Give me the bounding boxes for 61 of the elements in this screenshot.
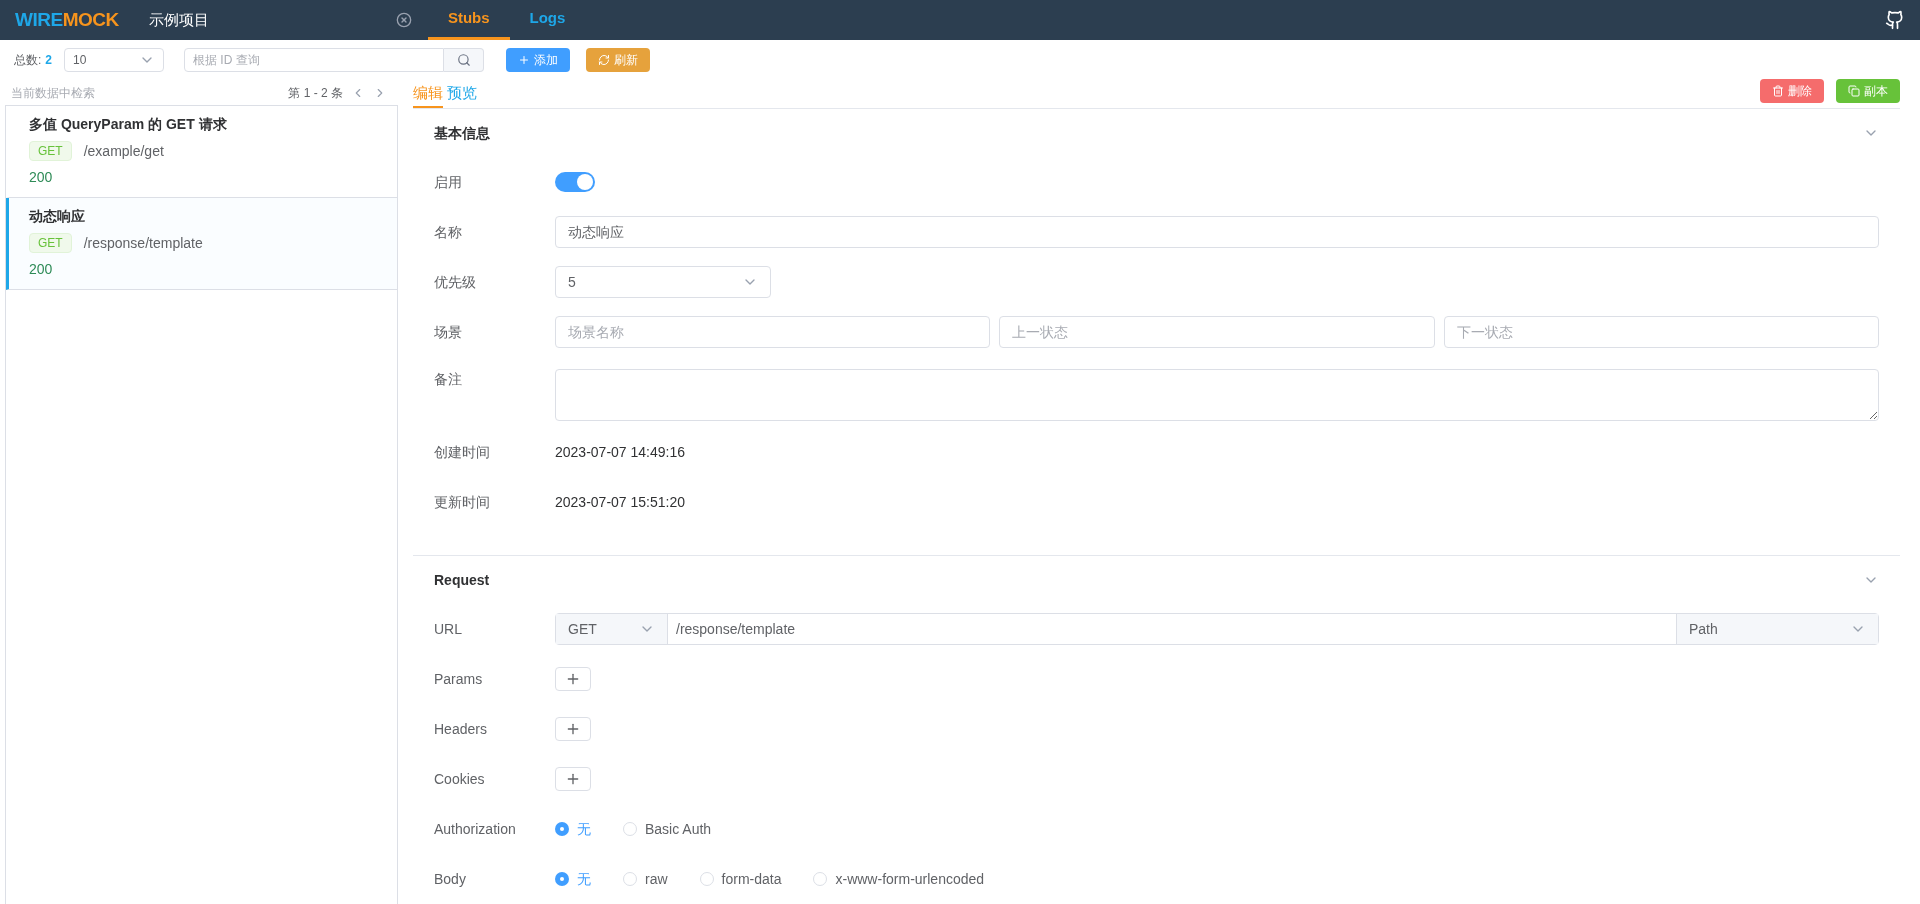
scenario-field[interactable]: 下一状态 <box>1443 316 1879 348</box>
refresh-icon <box>598 54 611 66</box>
field-label: 优先级 <box>434 273 477 292</box>
timestamp: 2023-07-07 14:49:16 <box>555 443 685 462</box>
close-icon[interactable] <box>395 12 412 28</box>
total-count: 2 <box>45 52 53 68</box>
field-label: Body <box>434 870 467 889</box>
copy-icon <box>1848 85 1860 97</box>
field-label: 场景 <box>434 323 463 342</box>
scenario-field[interactable]: 上一状态 <box>999 316 1435 348</box>
method-tag: GET <box>29 233 72 253</box>
method-tag: GET <box>29 141 72 161</box>
field-label: 名称 <box>434 223 463 242</box>
field-label: 创建时间 <box>434 443 491 462</box>
search-icon <box>456 53 471 67</box>
add-button[interactable] <box>555 667 591 691</box>
page-range: 第 1 - 2 条 <box>288 84 343 101</box>
stub-title: 动态响应 <box>29 207 86 226</box>
field-label: Headers <box>434 720 488 739</box>
github-icon[interactable] <box>1885 10 1905 30</box>
plus-icon <box>565 721 581 737</box>
timestamp: 2023-07-07 15:51:20 <box>555 493 685 512</box>
stub-list-item[interactable]: 动态响应 GET /response/template 200 <box>6 198 397 290</box>
toggle-switch[interactable] <box>555 172 595 192</box>
field-label: Params <box>434 670 484 689</box>
stub-title: 多值 QueryParam 的 GET 请求 <box>29 115 228 134</box>
stub-path: /example/get <box>83 142 164 161</box>
notes-field[interactable] <box>555 369 1879 421</box>
field-label: 启用 <box>434 173 463 192</box>
stub-path: /response/template <box>83 234 203 253</box>
radio-option[interactable]: x-www-form-urlencoded <box>813 869 985 889</box>
section-title: Request <box>434 571 490 590</box>
nav-tab[interactable]: Logs <box>509 0 586 40</box>
wiremock-logo: WIREMOCK <box>15 7 119 32</box>
field-label: 更新时间 <box>434 493 491 512</box>
search-field[interactable]: 根据 ID 查询 <box>184 48 445 72</box>
section-title: 基本信息 <box>434 124 490 143</box>
plus-icon <box>518 54 531 66</box>
total-label: 总数: <box>14 52 42 68</box>
add-button[interactable] <box>555 717 591 741</box>
scenario-field[interactable]: 场景名称 <box>555 316 991 348</box>
field-label: Cookies <box>434 770 486 789</box>
plus-icon <box>565 771 581 787</box>
page-size-select[interactable]: 10 <box>64 48 165 72</box>
project-name: 示例项目 <box>148 9 209 30</box>
plus-icon <box>565 671 581 687</box>
status-code: 200 <box>29 260 54 279</box>
search-button[interactable] <box>444 48 485 72</box>
field-label: Authorization <box>434 820 517 839</box>
radio-option[interactable]: Basic Auth <box>623 819 712 839</box>
add-button[interactable] <box>555 767 591 791</box>
trash-icon <box>1772 85 1784 97</box>
field-label: URL <box>434 620 463 639</box>
filter-hint: 当前数据中检索 <box>11 84 95 101</box>
field-label: 备注 <box>434 370 463 389</box>
name-field[interactable]: 动态响应 <box>555 216 1879 248</box>
priority-select[interactable]: 5 <box>555 266 771 298</box>
radio-option[interactable]: form-data <box>699 869 782 889</box>
status-code: 200 <box>29 168 54 187</box>
radio-option[interactable]: raw <box>623 869 668 889</box>
nav-tab[interactable]: Stubs <box>427 0 510 40</box>
